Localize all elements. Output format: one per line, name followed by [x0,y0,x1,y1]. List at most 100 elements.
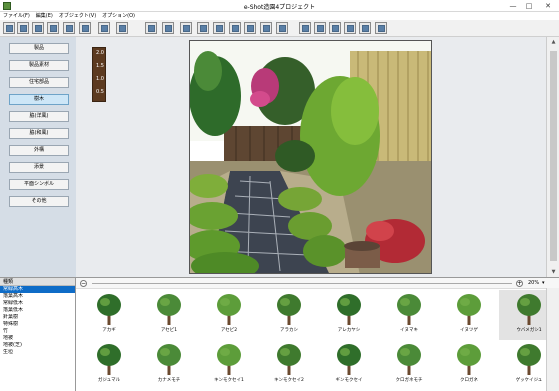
type-list-item[interactable]: 常緑高木 [0,286,75,293]
title-bar: e-Shot造園4プロジェクト — □ ✕ [0,0,559,12]
tree-icon[interactable] [79,22,91,34]
tree-name: ギンモクセイ [335,378,363,383]
tree-catalog-item[interactable]: クロガネモチ [379,340,439,390]
maximize-button[interactable]: □ [521,0,537,12]
tree-catalog-item[interactable]: アラカシ [259,290,319,340]
rotate-right-icon[interactable] [197,22,209,34]
zoom-out-button[interactable]: − [80,280,87,287]
tree-catalog-item[interactable]: キンモクセイ2 [259,340,319,390]
align-center-icon[interactable] [314,22,326,34]
minimize-button[interactable]: — [505,0,521,12]
bush-icon[interactable] [98,22,110,34]
type-list-item[interactable]: 生垣 [0,349,75,356]
tree-icon [517,344,541,375]
cursor-icon[interactable] [145,22,157,34]
scale-label: 1.5 [96,63,104,69]
tree-name: キンモクセイ2 [274,378,304,383]
menu-option[interactable]: オプション(O) [99,12,138,20]
tree-catalog-item[interactable]: アセビ1 [139,290,199,340]
tree-icon [97,344,121,375]
grid-icon[interactable] [359,22,371,34]
category-japanese-yard[interactable]: 脇(和風) [9,128,69,139]
category-products[interactable]: 製品 [9,43,69,54]
zoom-slider[interactable] [92,283,512,284]
tree-icon [157,294,181,325]
type-list-item[interactable]: 落葉高木 [0,293,75,300]
flip-icon[interactable] [213,22,225,34]
zoom-in-button[interactable]: + [516,280,523,287]
type-list-item[interactable]: 常緑低木 [0,300,75,307]
tree-catalog-item[interactable]: イヌツゲ [439,290,499,340]
align-right-icon[interactable] [329,22,341,34]
tree-catalog-item[interactable]: ガジュマル [79,340,139,390]
menu-file[interactable]: ファイル(F) [0,12,33,20]
tree-catalog-item[interactable]: ギンモクセイ [319,340,379,390]
menu-object[interactable]: オブジェクト(V) [56,12,99,20]
tree-catalog-item[interactable]: アレカヤシ [319,290,379,340]
menu-bar: ファイル(F) 編集(E) オブジェクト(V) オプション(O) [0,12,559,20]
tree-name: ガジュマル [97,378,121,383]
layer-icon[interactable] [229,22,241,34]
menu-edit[interactable]: 編集(E) [33,12,56,20]
tree-catalog-item[interactable]: アセビ2 [199,290,259,340]
rotate-left-icon[interactable] [180,22,192,34]
scroll-down-arrow-icon[interactable]: ▼ [547,267,559,277]
open-icon[interactable] [17,22,29,34]
camera-icon[interactable] [63,22,75,34]
zoom-dropdown-icon[interactable]: ▾ [542,279,545,288]
tree-name: アセビ1 [160,328,178,333]
pot-icon[interactable] [116,22,128,34]
catalog-scrollbar[interactable] [546,288,559,391]
category-western-yard[interactable]: 脇(洋風) [9,111,69,122]
print-icon[interactable] [47,22,59,34]
workarea-scrollbar[interactable]: ▲ ▼ [546,37,559,277]
align-left-icon[interactable] [299,22,311,34]
scroll-thumb[interactable] [550,51,557,261]
garden-scene [190,41,431,273]
zoom-icon[interactable] [244,22,256,34]
tree-name: イヌマキ [400,328,418,333]
tree-name: イヌツゲ [460,328,478,333]
move-icon[interactable] [162,22,174,34]
tree-icon [397,294,421,325]
tree-name: アレカヤシ [337,328,361,333]
tree-catalog-item[interactable]: キンモクセイ1 [199,340,259,390]
help-icon[interactable] [375,22,387,34]
category-exterior[interactable]: 外構 [9,145,69,156]
type-list-item[interactable]: 針葉樹 [0,314,75,321]
tree-catalog-item[interactable]: イヌマキ [379,290,439,340]
category-housing-parts[interactable]: 住宅部品 [9,77,69,88]
tree-icon [217,344,241,375]
tree-name: クロガネ [460,378,478,383]
type-list-item[interactable]: 特殊樹 [0,321,75,328]
work-area[interactable]: 2.0 1.5 1.0 0.5 [76,37,546,277]
tree-catalog-item[interactable]: アカギ [79,290,139,340]
scroll-up-arrow-icon[interactable]: ▲ [547,37,559,47]
tree-catalog-item[interactable]: クロガネ [439,340,499,390]
category-trees[interactable]: 樹木 [9,94,69,105]
category-plan-symbols[interactable]: 平面シンボル [9,179,69,190]
type-list-item[interactable]: 地被(芝) [0,342,75,349]
select-icon[interactable] [260,22,272,34]
new-icon[interactable] [3,22,15,34]
group-icon[interactable] [276,22,288,34]
category-product-materials[interactable]: 製品素材 [9,60,69,71]
save-icon[interactable] [32,22,44,34]
tree-catalog-item[interactable]: カナメモチ [139,340,199,390]
zoom-value: 20% [528,280,540,286]
close-button[interactable]: ✕ [537,0,559,12]
align-bottom-icon[interactable] [344,22,356,34]
type-list-item[interactable]: 地被 [0,335,75,342]
category-scenery[interactable]: 添景 [9,162,69,173]
category-sidebar: 製品 製品素材 住宅部品 樹木 脇(洋風) 脇(和風) 外構 添景 平面シンボル… [0,37,76,277]
type-list: 種類 常緑高木 落葉高木 常緑低木 落葉低木 針葉樹 特殊樹 竹 地被 地被(芝… [0,277,76,391]
tree-icon [517,294,541,325]
garden-preview-image[interactable] [189,40,432,274]
type-list-header: 種類 [0,278,75,286]
type-list-item[interactable]: 落葉低木 [0,307,75,314]
height-scale-bar: 2.0 1.5 1.0 0.5 [92,47,106,102]
tree-icon [457,294,481,325]
type-list-item[interactable]: 竹 [0,328,75,335]
toolbar [0,20,559,37]
category-other[interactable]: その他 [9,196,69,207]
